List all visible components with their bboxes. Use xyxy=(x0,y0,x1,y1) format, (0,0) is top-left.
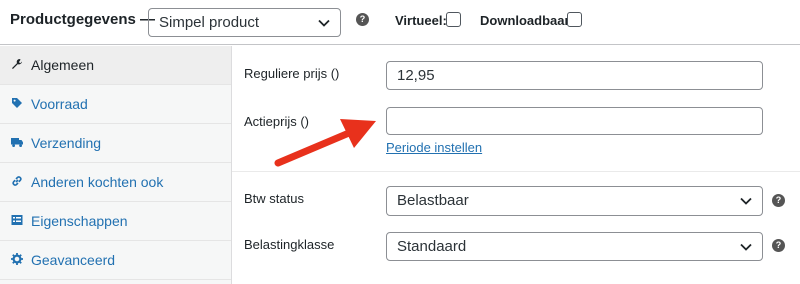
wrench-icon xyxy=(12,59,22,69)
tab-label: Geavanceerd xyxy=(31,252,116,268)
tax-status-label: Btw status xyxy=(244,191,304,206)
virtual-checkbox[interactable] xyxy=(446,12,461,27)
sale-price-input[interactable] xyxy=(386,107,763,135)
tab-voorraad[interactable]: Voorraad xyxy=(0,85,231,124)
product-data-header: Productgegevens — Simpel product ? Virtu… xyxy=(0,0,800,45)
tax-class-value: Standaard xyxy=(397,238,467,255)
product-type-value: Simpel product xyxy=(159,14,260,31)
chevron-down-icon xyxy=(318,19,330,27)
link-icon xyxy=(12,176,22,186)
chevron-down-icon xyxy=(740,243,752,251)
product-type-select[interactable]: Simpel product xyxy=(148,8,341,37)
help-icon[interactable]: ? xyxy=(356,13,369,26)
truck-icon xyxy=(11,138,23,147)
tab-anderen-kochten-ook[interactable]: Anderen kochten ook xyxy=(0,163,231,202)
tab-label: Algemeen xyxy=(31,57,95,73)
tag-icon xyxy=(12,98,22,108)
tax-status-value: Belastbaar xyxy=(397,192,469,209)
help-icon[interactable]: ? xyxy=(772,239,785,252)
tab-verzending[interactable]: Verzending xyxy=(0,124,231,163)
section-divider xyxy=(232,171,800,172)
product-data-tabs: Algemeen Voorraad Verzending Anderen koc… xyxy=(0,46,232,284)
tab-geavanceerd[interactable]: Geavanceerd xyxy=(0,241,231,280)
tax-status-select[interactable]: Belastbaar xyxy=(386,186,763,216)
schedule-sale-link[interactable]: Periode instellen xyxy=(386,140,482,155)
regular-price-input[interactable]: 12,95 xyxy=(386,61,763,90)
tab-label: Eigenschappen xyxy=(31,213,128,229)
regular-price-label: Reguliere prijs () xyxy=(244,66,340,81)
tax-class-select[interactable]: Standaard xyxy=(386,232,763,261)
downloadable-checkbox[interactable] xyxy=(567,12,582,27)
tab-label: Voorraad xyxy=(31,96,88,112)
tab-label: Anderen kochten ook xyxy=(31,174,164,190)
chevron-down-icon xyxy=(740,197,752,205)
tab-eigenschappen[interactable]: Eigenschappen xyxy=(0,202,231,241)
tax-class-label: Belastingklasse xyxy=(244,237,335,252)
tab-algemeen[interactable]: Algemeen xyxy=(0,46,231,85)
tab-label: Verzending xyxy=(31,135,102,151)
virtual-label: Virtueel: xyxy=(395,13,447,28)
help-icon[interactable]: ? xyxy=(772,194,785,207)
downloadable-label: Downloadbaar: xyxy=(480,13,574,28)
annotation-arrow xyxy=(274,119,376,167)
regular-price-value: 12,95 xyxy=(397,67,435,84)
gear-icon xyxy=(11,253,23,265)
list-icon xyxy=(11,215,23,225)
panel-title: Productgegevens — xyxy=(10,11,156,28)
